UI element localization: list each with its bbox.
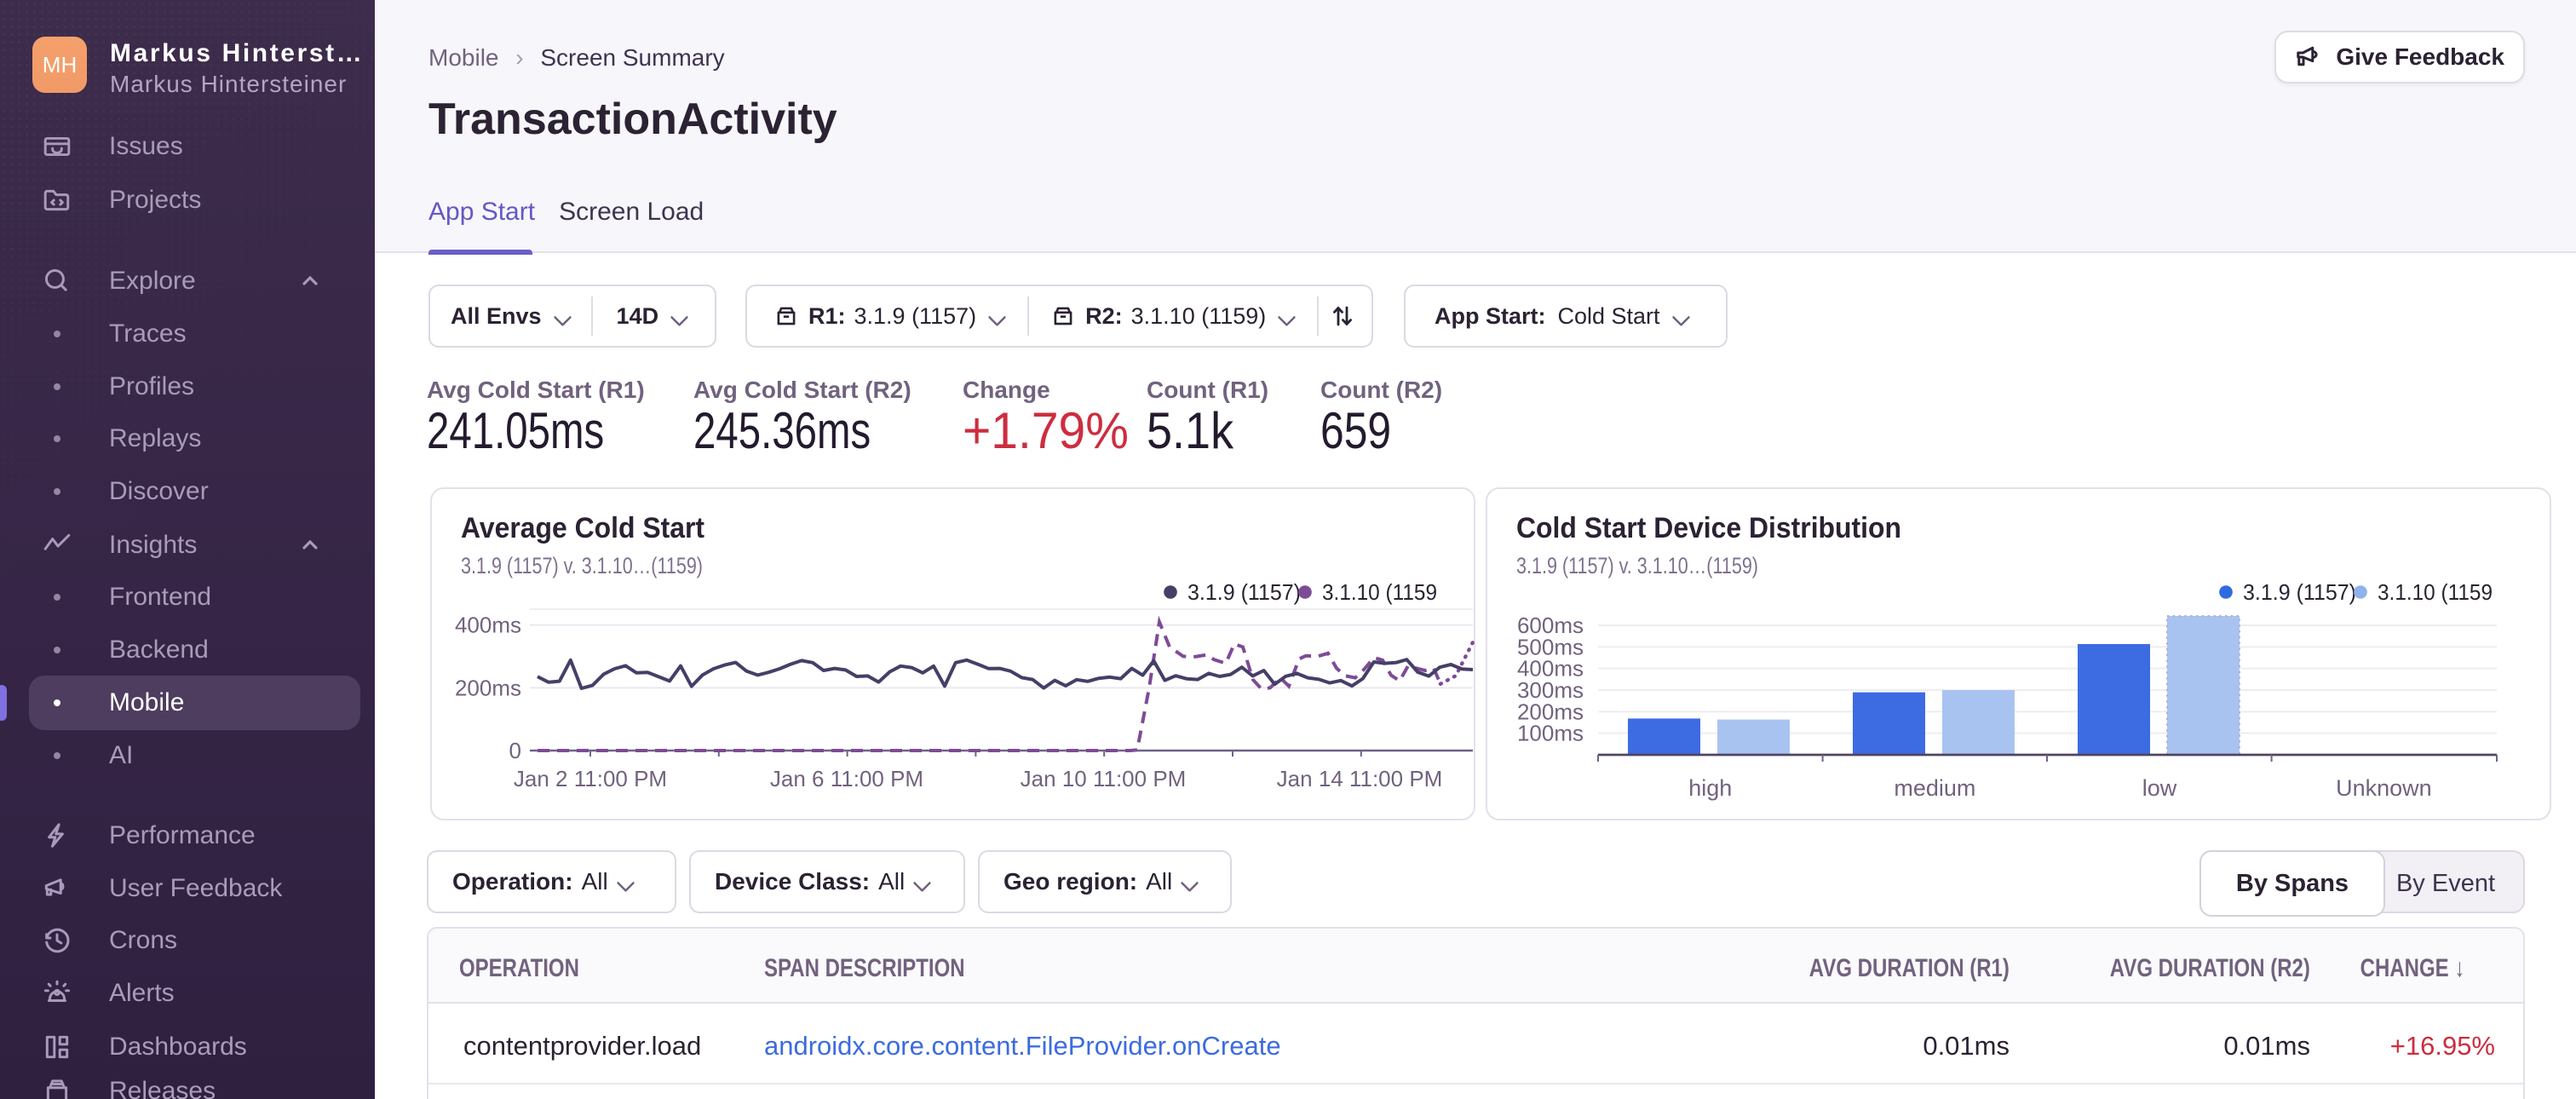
svg-text:3.1.9 (1157) v. 3.1.10…(1159): 3.1.9 (1157) v. 3.1.10…(1159) — [461, 553, 703, 578]
svg-text:3.1.9 (1157): 3.1.9 (1157) — [1187, 579, 1301, 605]
svg-text:Cold Start Device Distribution: Cold Start Device Distribution — [1516, 512, 1901, 544]
svg-text:3.1.10 (1159: 3.1.10 (1159 — [1322, 579, 1437, 605]
svg-text:400ms: 400ms — [455, 613, 521, 638]
svg-text:3.1.10 (1159: 3.1.10 (1159 — [2378, 579, 2493, 605]
svg-text:Jan 2 11:00 PM: Jan 2 11:00 PM — [514, 766, 667, 791]
svg-text:medium: medium — [1894, 775, 1975, 801]
svg-text:0: 0 — [509, 738, 521, 763]
svg-text:low: low — [2142, 775, 2177, 801]
svg-text:200ms: 200ms — [455, 675, 521, 700]
svg-text:3.1.9 (1157) v. 3.1.10…(1159): 3.1.9 (1157) v. 3.1.10…(1159) — [1516, 553, 1758, 578]
svg-text:high: high — [1688, 775, 1732, 801]
svg-text:100ms: 100ms — [1517, 721, 1584, 746]
svg-text:Jan 10 11:00 PM: Jan 10 11:00 PM — [1021, 766, 1187, 791]
svg-text:Jan 14 11:00 PM: Jan 14 11:00 PM — [1277, 766, 1443, 791]
svg-text:3.1.9 (1157): 3.1.9 (1157) — [2243, 579, 2356, 605]
svg-text:Jan 6 11:00 PM: Jan 6 11:00 PM — [770, 766, 923, 791]
svg-text:Unknown: Unknown — [2336, 775, 2432, 801]
svg-text:Average Cold Start: Average Cold Start — [461, 512, 704, 544]
